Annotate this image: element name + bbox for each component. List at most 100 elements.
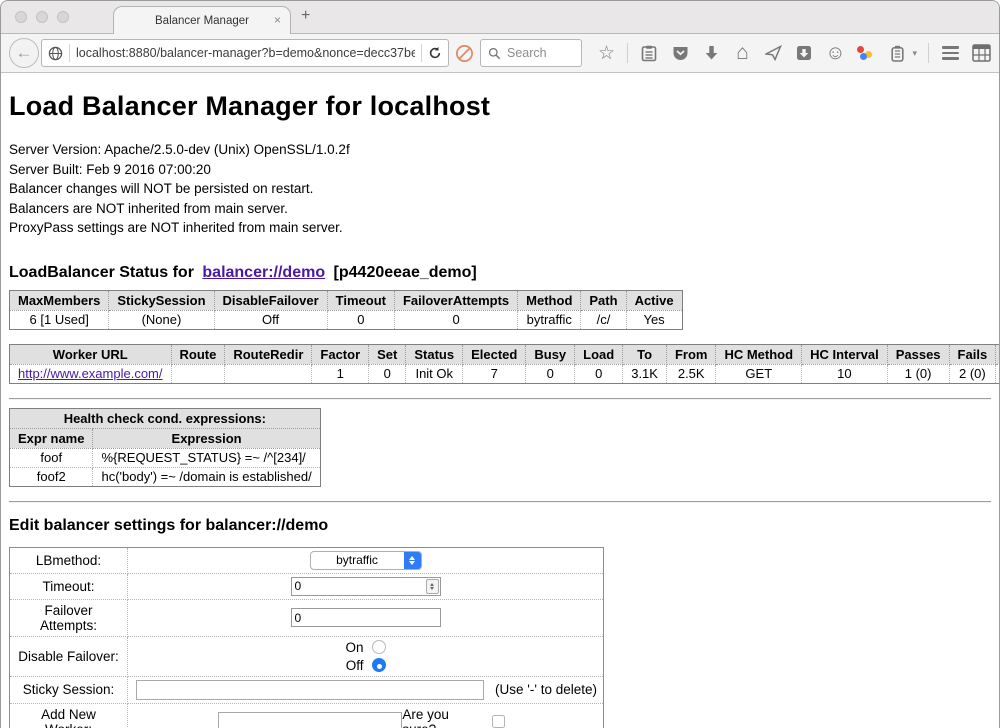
add-worker-input[interactable] [218,712,402,728]
table-cell [225,364,312,383]
table-cell: 0 [526,364,575,383]
failover-attempts-input[interactable] [291,608,441,627]
divider [9,398,991,400]
container-battery-icon[interactable] [887,43,907,63]
table-row: foof%{REQUEST_STATUS} =~ /^[234]/ [10,448,321,467]
edit-settings-heading: Edit balancer settings for balancer://de… [9,517,991,535]
notice-balancers: Balancers are NOT inherited from main se… [9,199,991,219]
pages-grid-icon[interactable] [971,43,991,63]
radio-off-label: Off [345,658,363,673]
close-window-button[interactable] [15,11,27,23]
table-cell: 0 [327,310,394,329]
tab-close-icon[interactable]: × [274,13,281,27]
divider [421,44,422,62]
tab-bar: Balancer Manager × + [1,1,999,34]
table-cell: 0 [575,364,623,383]
page-title: Load Balancer Manager for localhost [9,91,991,122]
are-you-sure-checkbox[interactable] [492,715,505,728]
pocket-icon[interactable] [670,43,690,63]
zoom-window-button[interactable] [57,11,69,23]
column-header: Path [581,290,626,310]
menu-hamburger-icon[interactable] [940,43,960,63]
table-cell: /c/ [581,310,626,329]
send-tab-icon[interactable] [763,43,783,63]
downloads-icon[interactable] [701,43,721,63]
timeout-input[interactable] [291,577,441,596]
column-header: Busy [526,344,575,364]
bookmark-star-icon[interactable]: ☆ [596,43,616,63]
url-bar[interactable]: localhost:8880/balancer-manager?b=demo&n… [41,39,449,67]
sticky-session-row: Sticky Session: (Use '-' to delete) [10,676,604,703]
table-cell: 2.5K [666,364,716,383]
notice-persist: Balancer changes will NOT be persisted o… [9,179,991,199]
column-header: Elected [463,344,526,364]
bookmarks-sidebar-icon[interactable] [639,43,659,63]
hello-colored-dots-icon[interactable] [856,43,876,63]
sticky-session-note: (Use '-' to delete) [495,682,597,697]
column-header: MaxMembers [10,290,109,310]
table-cell: foof2 [10,467,93,486]
divider [9,501,991,503]
table-cell: foof [10,448,93,467]
home-icon[interactable]: ⌂ [732,43,752,63]
disable-failover-off-radio[interactable] [372,658,386,672]
lbmethod-selected-value: bytraffic [311,553,404,567]
column-header: HC Interval [802,344,888,364]
add-worker-row: Add New Worker: Are you sure? [10,703,604,728]
confirm-label: Are you sure? [402,707,486,728]
column-header: HC Method [716,344,802,364]
chevron-down-icon[interactable]: ▾ [912,48,917,59]
window-controls[interactable] [15,11,69,23]
content-blocked-icon[interactable] [455,44,474,63]
add-worker-label: Add New Worker: [10,703,128,728]
table-cell: Off [214,310,327,329]
sticky-session-input[interactable] [136,680,484,700]
tab-title: Balancer Manager [155,15,249,27]
status-heading-prefix: LoadBalancer Status for [9,264,194,281]
column-header: DisableFailover [214,290,327,310]
timeout-label: Timeout: [10,573,128,599]
column-header: Factor [312,344,369,364]
worker-url-link[interactable]: http://www.example.com/ [18,366,163,381]
new-tab-button[interactable]: + [301,7,310,25]
status-heading-suffix: [p4420eeae_demo] [334,264,477,281]
divider [69,44,70,62]
divider [928,43,929,63]
notice-proxypass: ProxyPass settings are NOT inherited fro… [9,218,991,238]
lbmethod-select[interactable]: bytraffic [310,551,422,570]
column-header: Route [171,344,225,364]
column-header: To [623,344,667,364]
table-cell: (None) [109,310,214,329]
health-check-table: Health check cond. expressions:Expr name… [9,408,321,487]
page-content: Load Balancer Manager for localhost Serv… [1,73,999,728]
save-to-device-icon[interactable] [794,43,814,63]
table-cell: GET [716,364,802,383]
browser-toolbar: ← localhost:8880/balancer-manager?b=demo… [1,34,999,73]
balancer-demo-link[interactable]: balancer://demo [202,264,325,281]
reload-icon[interactable] [428,46,442,60]
column-header: Active [626,290,682,310]
minimize-window-button[interactable] [36,11,48,23]
sticky-session-label: Sticky Session: [10,676,128,703]
table-title: Health check cond. expressions: [10,408,321,428]
search-bar[interactable]: Search [480,39,582,67]
url-input[interactable]: localhost:8880/balancer-manager?b=demo&n… [76,46,415,60]
column-header: Set [369,344,406,364]
disable-failover-row: Disable Failover: On Off [10,636,604,676]
table-cell: 10 [802,364,888,383]
column-header: Timeout [327,290,394,310]
table-cell: 6 [1 Used] [10,310,109,329]
disable-failover-on-radio[interactable] [372,640,386,654]
failover-attempts-row: Failover Attempts: [10,599,604,636]
disable-failover-label: Disable Failover: [10,636,128,676]
table-cell: hc('body') =~ /domain is established/ [93,467,320,486]
number-stepper-icon[interactable] [426,579,439,594]
column-header: Passes [887,344,949,364]
globe-icon [48,46,63,61]
table-cell: 1 [312,364,369,383]
back-button[interactable]: ← [9,38,39,68]
select-arrows-icon [404,551,421,570]
feedback-smiley-icon[interactable]: ☺ [825,43,845,63]
browser-tab[interactable]: Balancer Manager × [113,6,291,34]
column-header: Expression [93,428,320,448]
